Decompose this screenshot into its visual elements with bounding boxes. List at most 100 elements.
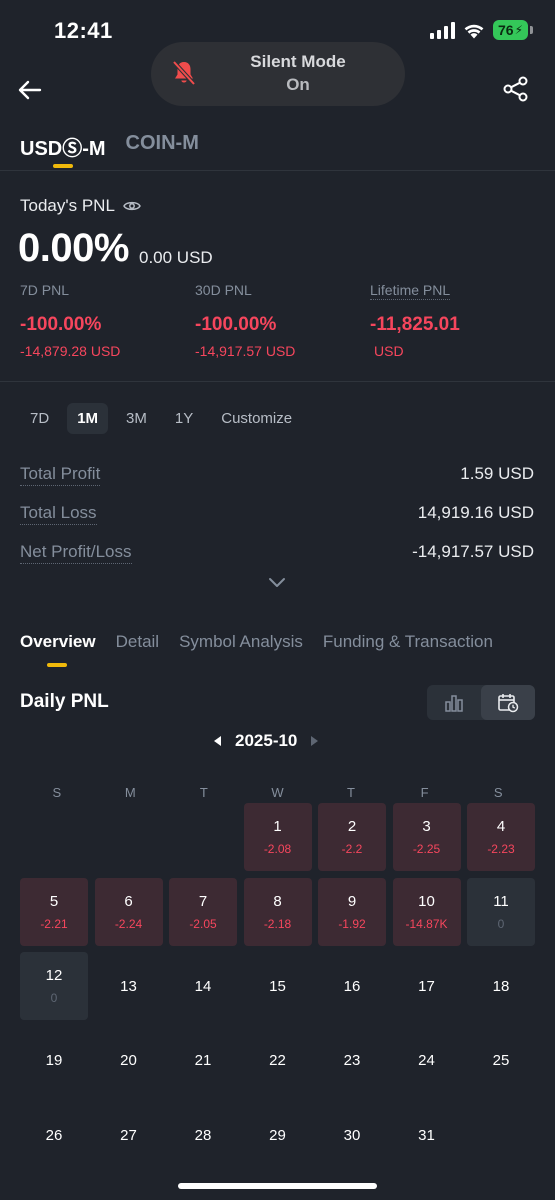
range-tab-7d[interactable]: 7D [20, 403, 59, 434]
previous-month-icon[interactable] [214, 736, 221, 746]
calendar-day-cell[interactable]: 8 -2.18 [243, 877, 312, 946]
total-profit-label[interactable]: Total Profit [20, 464, 101, 486]
net-profit-loss-label[interactable]: Net Profit/Loss [20, 542, 132, 564]
stat-pct-30d: -100.00% [195, 314, 277, 335]
next-month-icon[interactable] [311, 736, 319, 746]
calendar-day-cell[interactable]: 22 [244, 1027, 312, 1095]
calendar-day-cell[interactable]: 1 -2.08 [243, 803, 312, 871]
wifi-icon [464, 24, 484, 38]
calendar-day-number: 14 [194, 977, 212, 995]
tab-usds-m[interactable]: USDⓈ-M [20, 132, 106, 161]
calendar-day-cell[interactable]: 4 -2.23 [467, 803, 535, 871]
stat-label-lifetime[interactable]: Lifetime PNL [370, 282, 451, 300]
calendar-day-number: 4 [496, 818, 506, 835]
weekday-label: T [347, 785, 355, 800]
calendar-day-cell[interactable]: 31 [393, 1101, 461, 1169]
stat-pct-7d: -100.00% [20, 314, 102, 335]
chart-view-button[interactable] [427, 685, 481, 720]
calendar-day-number: 29 [269, 1126, 286, 1144]
battery-nub [530, 26, 533, 34]
back-arrow-icon[interactable] [16, 76, 44, 104]
battery-level: 76 [497, 22, 514, 38]
calendar-day-number: 7 [198, 892, 208, 910]
calendar-day-pnl: -2.21 [40, 916, 68, 931]
current-month: 2025-10 [235, 731, 298, 750]
calendar-day-cell[interactable]: 20 [95, 1027, 163, 1095]
calendar-day-number: 11 [493, 892, 509, 910]
calendar-day-number: 24 [418, 1052, 435, 1069]
range-tab-1y[interactable]: 1Y [165, 403, 203, 434]
chevron-down-icon[interactable] [266, 574, 288, 590]
stat-unit-lifetime: USD [374, 343, 404, 359]
calendar-day-number: 17 [418, 977, 435, 995]
stat-value-lifetime: -11,825.01 [370, 314, 460, 335]
calendar-day-cell[interactable]: 25 [467, 1027, 535, 1095]
calendar-day-cell[interactable]: 3 -2.25 [392, 803, 461, 871]
tab-detail[interactable]: Detail [116, 632, 159, 652]
calendar-day-cell[interactable]: 18 [467, 952, 535, 1020]
calendar-day-cell[interactable]: 23 [318, 1027, 386, 1095]
cellular-signal-icon [429, 21, 455, 39]
stat-label-7d: 7D PNL [20, 282, 70, 298]
calendar-day-cell[interactable]: 16 [318, 952, 386, 1020]
weekday-label: M [124, 785, 136, 800]
range-tab-1m[interactable]: 1M [67, 403, 109, 434]
calendar-day-cell[interactable]: 19 [20, 1027, 88, 1095]
calendar-day-cell[interactable]: 21 [169, 1027, 237, 1095]
calendar-day-cell[interactable]: 24 [393, 1027, 461, 1095]
todays-pnl-title: Today's PNL [20, 196, 115, 215]
tab-overview[interactable]: Overview [20, 632, 96, 652]
bar-chart-icon [445, 694, 463, 712]
calendar-day-cell[interactable]: 12 0 [20, 952, 88, 1020]
stat-label-30d: 30D PNL [195, 282, 252, 298]
calendar-day-number: 5 [49, 892, 59, 910]
calendar-day-cell[interactable]: 2 -2.2 [318, 803, 386, 871]
calendar-day-cell[interactable]: 6 -2.24 [94, 877, 163, 946]
calendar-view-button[interactable] [481, 685, 535, 720]
calendar-day-number: 3 [422, 818, 431, 835]
calendar-day-number: 23 [343, 1052, 361, 1069]
section-tabs: Overview Detail Symbol Analysis Funding … [20, 632, 493, 652]
total-loss-label[interactable]: Total Loss [20, 503, 97, 525]
calendar-day-cell[interactable]: 29 [244, 1101, 312, 1169]
calendar-day-number: 30 [343, 1126, 361, 1144]
range-tab-3m[interactable]: 3M [116, 403, 157, 434]
tab-coin-m[interactable]: COIN-M [126, 132, 199, 161]
calendar-day-pnl: 0 [497, 916, 505, 931]
share-icon[interactable] [503, 76, 529, 102]
calendar-day-number: 12 [45, 967, 63, 984]
tab-symbol-analysis[interactable]: Symbol Analysis [179, 632, 303, 652]
calendar-day-cell[interactable]: 15 [244, 952, 312, 1020]
todays-pnl-label: Today's PNL [20, 196, 141, 216]
eye-icon[interactable] [123, 200, 141, 212]
calendar-day-pnl: -2.18 [263, 916, 292, 931]
calendar-day-pnl: -2.08 [263, 842, 292, 856]
calendar-day-number: 9 [347, 892, 357, 910]
daily-pnl-title: Daily PNL [20, 691, 109, 712]
calendar-day-cell[interactable]: 13 [95, 952, 163, 1020]
calendar-day-number: 1 [273, 818, 282, 835]
calendar-day-pnl: -1.92 [338, 916, 366, 931]
calendar-day-cell[interactable]: 28 [169, 1101, 237, 1169]
calendar-day-pnl: -2.23 [487, 842, 515, 856]
calendar-day-cell[interactable]: 7 -2.05 [169, 877, 237, 946]
tab-funding-transaction[interactable]: Funding & Transaction [323, 632, 493, 652]
calendar-day-cell[interactable]: 30 [318, 1101, 386, 1169]
range-tab-customize[interactable]: Customize [211, 403, 302, 434]
charging-bolt-icon: ⚡ [514, 23, 523, 37]
calendar-day-cell[interactable]: 11 0 [467, 877, 535, 946]
stat-usd-30d: -14,917.57 USD [195, 343, 296, 359]
calendar-day-cell[interactable]: 10 -14.87K [392, 877, 461, 946]
total-profit-value: 1.59 USD [460, 464, 534, 483]
calendar-day-cell[interactable]: 5 -2.21 [20, 877, 88, 946]
calendar-day-number: 31 [418, 1126, 435, 1144]
calendar-day-cell[interactable]: 27 [95, 1101, 163, 1169]
calendar-day-number: 15 [269, 977, 286, 995]
calendar-day-cell[interactable]: 9 -1.92 [318, 877, 386, 946]
range-tabs: 7D 1M 3M 1Y Customize [20, 403, 302, 434]
calendar-day-cell[interactable]: 17 [393, 952, 461, 1020]
calendar-day-cell[interactable]: 26 [20, 1101, 88, 1169]
calendar-day-cell[interactable]: 14 [169, 952, 237, 1020]
bell-slash-icon [172, 60, 196, 86]
calendar-day-number: 2 [347, 818, 357, 835]
